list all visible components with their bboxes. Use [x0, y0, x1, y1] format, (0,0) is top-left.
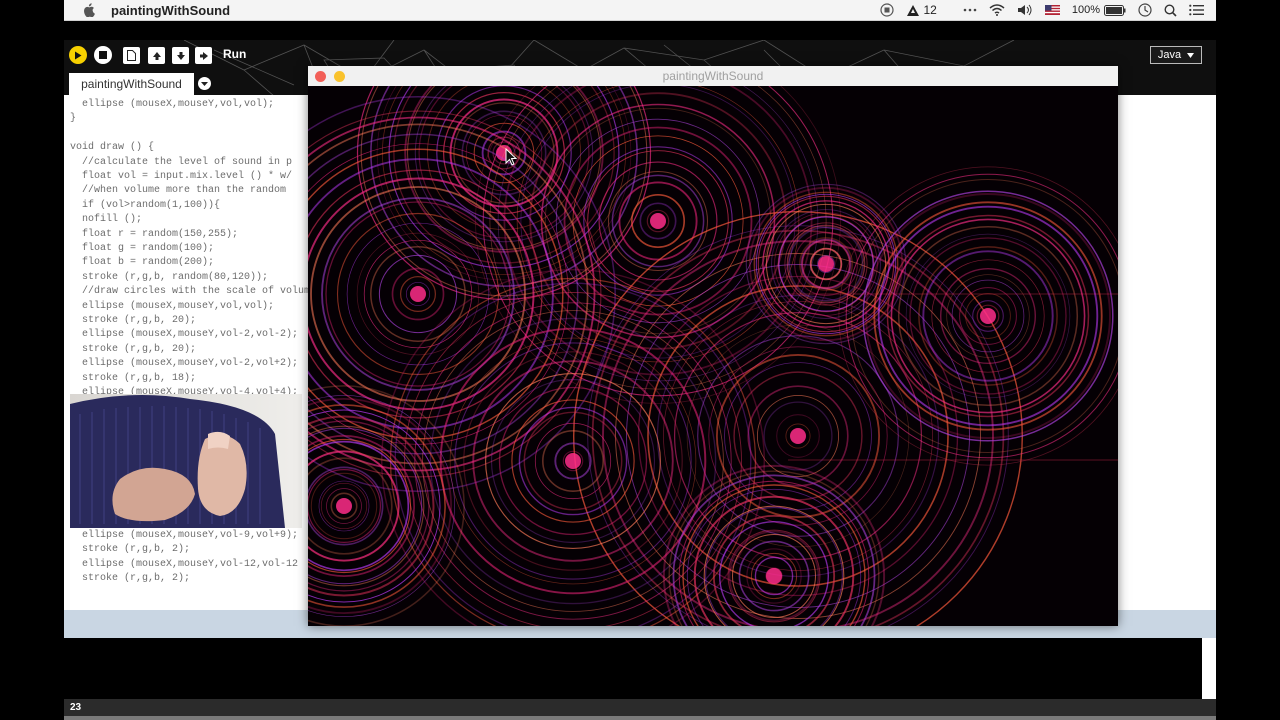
sketch-window[interactable]: paintingWithSound	[220, 5, 1138, 688]
code-line: //calculate the level of sound in p	[70, 156, 293, 168]
notification-center-icon[interactable]	[1189, 2, 1204, 18]
sound-ring	[380, 268, 766, 654]
code-line: stroke (r,g,b, 2);	[70, 544, 191, 556]
right-letterbox	[1216, 0, 1280, 720]
time-machine-icon[interactable]	[1138, 2, 1152, 18]
code-line: //when volume more than the random	[70, 185, 287, 197]
wifi-icon[interactable]	[989, 2, 1005, 18]
code-line: float b = random(200);	[70, 257, 215, 269]
console-area	[64, 638, 1202, 699]
more-icon[interactable]	[963, 2, 977, 18]
sound-core	[980, 308, 996, 324]
run-button[interactable]	[69, 46, 87, 64]
code-line: float g = random(100);	[70, 243, 215, 254]
sound-core	[650, 213, 666, 229]
record-stop-icon[interactable]	[879, 2, 894, 18]
painted-circles	[220, 5, 1138, 688]
apple-icon[interactable]	[82, 3, 96, 17]
sketch-window-title: paintingWithSound	[662, 69, 764, 83]
chevron-down-icon	[1187, 52, 1195, 58]
status-menu-area: 12 100%	[879, 0, 1204, 20]
new-sketch-button[interactable]	[123, 47, 140, 64]
minimize-window-button[interactable]	[334, 71, 345, 82]
us-flag-icon[interactable]	[1044, 2, 1060, 18]
code-line: stroke (r,g,b, 20);	[70, 343, 197, 355]
code-line: ellipse (mouseX,mouseY,vol-9,vol+9);	[70, 530, 299, 541]
sound-core	[565, 453, 581, 469]
webcam-overlay	[70, 394, 302, 528]
status-bar: 23	[64, 699, 1216, 716]
tab-menu-button[interactable]	[198, 77, 211, 90]
notification-count: 12	[923, 3, 937, 17]
search-icon[interactable]	[1164, 2, 1177, 18]
code-line: float vol = input.mix.level () * w/	[70, 171, 293, 182]
sketch-titlebar[interactable]: paintingWithSound	[308, 66, 1118, 86]
battery-percentage: 100%	[1071, 4, 1100, 16]
left-letterbox	[0, 0, 64, 720]
code-line: void draw () {	[70, 142, 155, 154]
export-button[interactable]	[195, 47, 212, 64]
console-scrollbar[interactable]	[1202, 638, 1216, 699]
code-line: ellipse (mouseX,mouseY,vol,vol);	[70, 99, 275, 110]
save-sketch-button[interactable]	[172, 47, 189, 64]
battery-icon[interactable]	[1104, 2, 1126, 18]
sound-ring	[703, 505, 845, 647]
sketch-canvas[interactable]	[220, 5, 1138, 688]
mode-selector[interactable]: Java	[1150, 46, 1202, 64]
adobe-icon[interactable]	[906, 2, 920, 18]
close-window-button[interactable]	[315, 71, 326, 82]
run-label: Run	[223, 47, 247, 61]
code-line: if (vol>random(1,100)){	[70, 199, 221, 211]
menu-bar: paintingWithSound 12 100%	[64, 0, 1216, 21]
sound-ring	[263, 425, 425, 587]
line-number: 23	[70, 702, 82, 713]
code-line: stroke (r,g,b, random(80,120));	[70, 271, 269, 283]
code-line: stroke (r,g,b, 18);	[70, 372, 197, 384]
code-line: ellipse (mouseX,mouseY,vol-2,vol-2);	[70, 329, 299, 341]
mode-label: Java	[1157, 49, 1182, 61]
code-line: //draw circles with the scale of volum	[70, 286, 311, 298]
code-line: ellipse (mouseX,mouseY,vol-12,vol-12	[70, 558, 299, 570]
mouse-cursor-icon	[505, 147, 518, 171]
code-line: }	[70, 113, 77, 125]
sound-core	[766, 568, 782, 584]
code-line: ellipse (mouseX,mouseY,vol,vol);	[70, 300, 275, 312]
chevron-down-icon	[201, 81, 208, 86]
code-line: nofill ();	[70, 214, 143, 226]
volume-icon[interactable]	[1017, 2, 1033, 18]
code-line: ellipse (mouseX,mouseY,vol-2,vol+2);	[70, 358, 299, 370]
bottom-edge	[64, 716, 1216, 720]
code-line: stroke (r,g,b, 20);	[70, 315, 197, 326]
tab-label: paintingWithSound	[81, 77, 182, 91]
code-line: float r = random(150,255);	[70, 228, 239, 240]
sound-core	[410, 286, 426, 302]
stop-button[interactable]	[94, 46, 112, 64]
sound-core	[818, 256, 834, 272]
code-line: stroke (r,g,b, 2);	[70, 573, 191, 585]
app-menu-title[interactable]: paintingWithSound	[111, 3, 230, 18]
sound-core	[790, 428, 806, 444]
open-sketch-button[interactable]	[148, 47, 165, 64]
tab-paintingwithsound[interactable]: paintingWithSound	[69, 73, 194, 95]
sound-core	[336, 498, 352, 514]
